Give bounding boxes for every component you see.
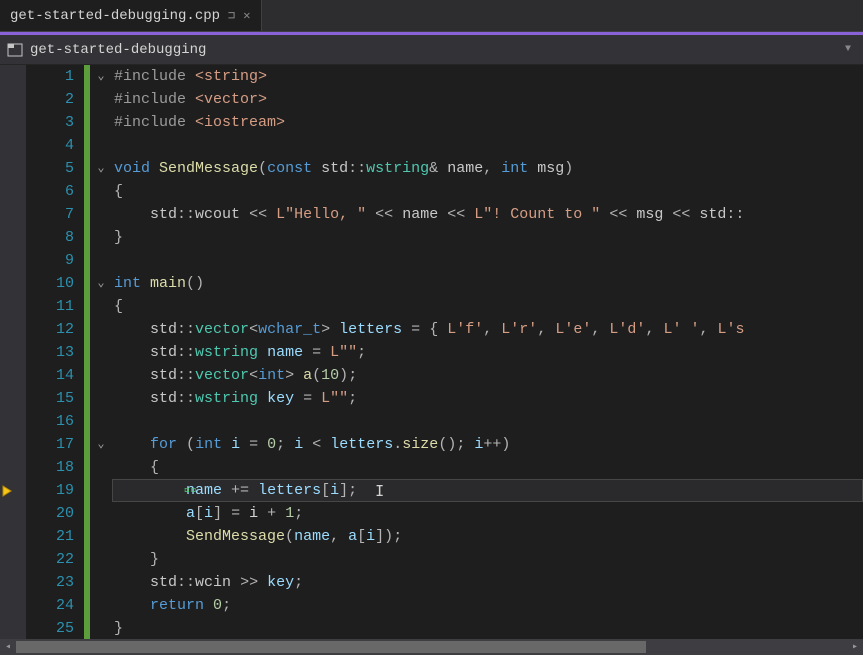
- line-number[interactable]: 2: [26, 88, 74, 111]
- code-line[interactable]: [112, 134, 863, 157]
- editor[interactable]: 1 2 3 4 5 6 7 8 9 10 11 12 13 14 15 16 1…: [0, 65, 863, 639]
- code-line[interactable]: for (int i = 0; i < letters.size(); i++): [112, 433, 863, 456]
- code-line[interactable]: std::wcin >> key;: [112, 571, 863, 594]
- code-line[interactable]: [112, 410, 863, 433]
- glyph-margin[interactable]: [0, 65, 26, 639]
- code-line[interactable]: return 0;: [112, 594, 863, 617]
- line-number[interactable]: 12: [26, 318, 74, 341]
- code-line[interactable]: a[i] = i + 1;: [112, 502, 863, 525]
- line-number[interactable]: 5: [26, 157, 74, 180]
- line-number[interactable]: 3: [26, 111, 74, 134]
- file-tab[interactable]: get-started-debugging.cpp ⊐ ✕: [0, 0, 262, 31]
- text-cursor-icon: 𝙸: [375, 484, 384, 501]
- fold-toggle-icon[interactable]: ⌄: [90, 433, 112, 456]
- tab-bar: get-started-debugging.cpp ⊐ ✕: [0, 0, 863, 32]
- line-number[interactable]: 1: [26, 65, 74, 88]
- line-number[interactable]: 8: [26, 226, 74, 249]
- scroll-right-icon[interactable]: ▸: [847, 639, 863, 655]
- code-line[interactable]: std::wstring key = L"";: [112, 387, 863, 410]
- close-icon[interactable]: ✕: [243, 8, 250, 23]
- line-number[interactable]: 9: [26, 249, 74, 272]
- line-number[interactable]: 23: [26, 571, 74, 594]
- line-number[interactable]: 19: [26, 479, 74, 502]
- current-execution-line[interactable]: ▶⃝ name += letters[i]; 𝙸: [112, 479, 863, 502]
- horizontal-scrollbar[interactable]: ◂ ▸: [0, 639, 863, 655]
- code-line[interactable]: std::wcout << L"Hello, " << name << L"! …: [112, 203, 863, 226]
- code-line[interactable]: [112, 249, 863, 272]
- line-number[interactable]: 10: [26, 272, 74, 295]
- code-line[interactable]: #include <iostream>: [112, 111, 863, 134]
- code-line[interactable]: {: [112, 180, 863, 203]
- current-statement-arrow-icon[interactable]: [0, 479, 16, 502]
- code-line[interactable]: SendMessage(name, a[i]);: [112, 525, 863, 548]
- code-line[interactable]: int main(): [112, 272, 863, 295]
- line-number[interactable]: 11: [26, 295, 74, 318]
- fold-toggle-icon[interactable]: ⌄: [90, 157, 112, 180]
- code-line[interactable]: #include <string>: [112, 65, 863, 88]
- code-line[interactable]: }: [112, 548, 863, 571]
- line-number-gutter[interactable]: 1 2 3 4 5 6 7 8 9 10 11 12 13 14 15 16 1…: [26, 65, 84, 639]
- line-number[interactable]: 14: [26, 364, 74, 387]
- code-line[interactable]: std::vector<wchar_t> letters = { L'f', L…: [112, 318, 863, 341]
- line-number[interactable]: 22: [26, 548, 74, 571]
- line-number[interactable]: 20: [26, 502, 74, 525]
- line-number[interactable]: 15: [26, 387, 74, 410]
- navigation-bar[interactable]: get-started-debugging ▼: [0, 35, 863, 65]
- scrollbar-thumb[interactable]: [16, 641, 646, 653]
- line-number[interactable]: 4: [26, 134, 74, 157]
- line-number[interactable]: 17: [26, 433, 74, 456]
- code-line[interactable]: #include <vector>: [112, 88, 863, 111]
- line-number[interactable]: 6: [26, 180, 74, 203]
- code-line[interactable]: {: [112, 295, 863, 318]
- code-line[interactable]: void SendMessage(const std::wstring& nam…: [112, 157, 863, 180]
- fold-toggle-icon[interactable]: ⌄: [90, 272, 112, 295]
- line-number[interactable]: 13: [26, 341, 74, 364]
- code-line[interactable]: std::vector<int> a(10);: [112, 364, 863, 387]
- scope-label: get-started-debugging: [30, 42, 845, 58]
- code-line[interactable]: std::wstring name = L"";: [112, 341, 863, 364]
- scope-icon: [6, 42, 24, 58]
- code-line[interactable]: }: [112, 226, 863, 249]
- scroll-left-icon[interactable]: ◂: [0, 639, 16, 655]
- line-number[interactable]: 25: [26, 617, 74, 640]
- code-line[interactable]: {: [112, 456, 863, 479]
- fold-toggle-icon[interactable]: ⌄: [90, 65, 112, 88]
- run-to-click-icon[interactable]: ▶⃝: [184, 479, 197, 502]
- line-number[interactable]: 24: [26, 594, 74, 617]
- code-line[interactable]: }: [112, 617, 863, 639]
- pin-icon[interactable]: ⊐: [228, 8, 235, 23]
- line-number[interactable]: 16: [26, 410, 74, 433]
- line-number[interactable]: 7: [26, 203, 74, 226]
- fold-gutter[interactable]: ⌄ ⌄ ⌄ ⌄: [90, 65, 112, 639]
- tab-title: get-started-debugging.cpp: [10, 8, 220, 24]
- code-content[interactable]: #include <string> #include <vector> #inc…: [112, 65, 863, 639]
- chevron-down-icon[interactable]: ▼: [845, 44, 857, 55]
- line-number[interactable]: 18: [26, 456, 74, 479]
- line-number[interactable]: 21: [26, 525, 74, 548]
